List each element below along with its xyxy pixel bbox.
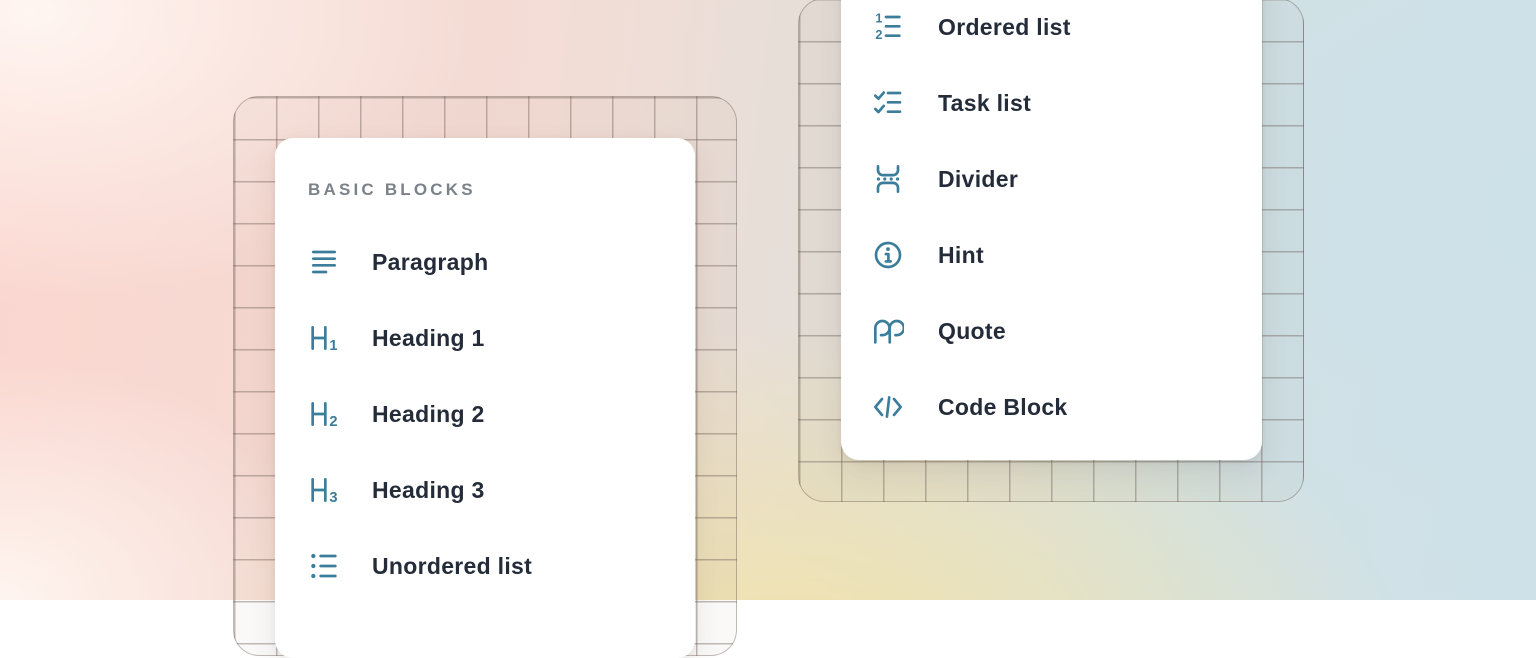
- menu-item-label: Paragraph: [372, 249, 488, 276]
- svg-text:2: 2: [329, 414, 337, 430]
- menu-item-paragraph[interactable]: Paragraph: [275, 224, 695, 300]
- menu-item-list: Paragraph 1 Heading 1 2 Heading 2 3 Heading 3 U…: [275, 224, 695, 604]
- task-list-icon: [872, 85, 910, 121]
- svg-text:3: 3: [329, 490, 337, 506]
- menu-item-label: Unordered list: [372, 553, 532, 580]
- menu-item-quote[interactable]: Quote: [841, 293, 1262, 369]
- menu-item-ordered-list[interactable]: 12Ordered list: [841, 0, 1262, 65]
- heading-1-icon: 1: [308, 320, 346, 356]
- svg-text:1: 1: [875, 11, 882, 25]
- ordered-list-icon: 12: [872, 9, 910, 45]
- heading-3-icon: 3: [308, 472, 346, 508]
- unordered-list-icon: [308, 548, 346, 584]
- menu-item-task-list[interactable]: Task list: [841, 65, 1262, 141]
- menu-item-heading-1[interactable]: 1 Heading 1: [275, 300, 695, 376]
- menu-item-divider[interactable]: Divider: [841, 141, 1262, 217]
- code-block-icon: [872, 389, 910, 425]
- menu-item-label: Quote: [938, 318, 1006, 345]
- svg-text:1: 1: [329, 338, 337, 354]
- menu-item-label: Ordered list: [938, 14, 1071, 41]
- paragraph-icon: [308, 244, 346, 280]
- menu-item-label: Heading 2: [372, 401, 485, 428]
- hint-icon: [872, 237, 910, 273]
- menu-section-header: BASIC BLOCKS: [275, 180, 695, 200]
- background-gradient: [0, 0, 1536, 600]
- divider-icon: [872, 161, 910, 197]
- menu-item-label: Hint: [938, 242, 984, 269]
- svg-text:2: 2: [875, 28, 882, 42]
- menu-item-label: Divider: [938, 166, 1018, 193]
- menu-item-code-block[interactable]: Code Block: [841, 369, 1262, 445]
- menu-item-heading-3[interactable]: 3 Heading 3: [275, 452, 695, 528]
- menu-item-label: Heading 3: [372, 477, 485, 504]
- menu-item-heading-2[interactable]: 2 Heading 2: [275, 376, 695, 452]
- quote-icon: [872, 313, 910, 349]
- menu-item-unordered-list[interactable]: Unordered list: [275, 528, 695, 604]
- menu-item-label: Task list: [938, 90, 1031, 117]
- basic-blocks-menu-card: BASIC BLOCKS Paragraph 1 Heading 1 2 Heading…: [275, 138, 695, 658]
- heading-2-icon: 2: [308, 396, 346, 432]
- menu-item-label: Code Block: [938, 394, 1068, 421]
- insert-blocks-menu-card: 12Ordered listTask listDividerHintQuoteC…: [841, 0, 1262, 460]
- menu-item-list: 12Ordered listTask listDividerHintQuoteC…: [841, 0, 1262, 445]
- menu-item-hint[interactable]: Hint: [841, 217, 1262, 293]
- menu-item-label: Heading 1: [372, 325, 485, 352]
